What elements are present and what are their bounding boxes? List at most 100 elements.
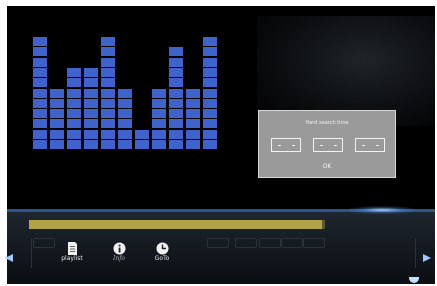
- goto-button[interactable]: GoTo: [145, 240, 179, 262]
- equalizer-segment: [67, 98, 81, 108]
- equalizer-segment: [186, 129, 200, 139]
- equalizer-segment: [67, 119, 81, 129]
- right-arrow-icon[interactable]: [423, 254, 431, 262]
- equalizer-segment: [67, 129, 81, 139]
- equalizer-segment: [169, 140, 183, 149]
- equalizer-segment: [101, 129, 115, 139]
- divider: [415, 238, 416, 268]
- equalizer-segment: [169, 78, 183, 88]
- equalizer-segment: [101, 88, 115, 98]
- time-field-1[interactable]: [271, 138, 301, 152]
- equalizer-segment: [169, 119, 183, 129]
- equalizer-segment: [203, 119, 217, 129]
- equalizer-segment: [33, 67, 47, 77]
- left-arrow-icon[interactable]: [5, 254, 13, 262]
- equalizer-segment: [118, 129, 132, 139]
- equalizer-segment: [33, 129, 47, 139]
- equalizer-segment: [152, 98, 166, 108]
- equalizer-segment: [203, 78, 217, 88]
- equalizer-segment: [203, 140, 217, 149]
- equalizer-segment: [169, 47, 183, 57]
- equalizer-segment: [169, 98, 183, 108]
- time-field-2[interactable]: [313, 138, 343, 152]
- equalizer-segment: [169, 88, 183, 98]
- equalizer-segment: [33, 47, 47, 57]
- equalizer-segment: [84, 98, 98, 108]
- equalizer-segment: [84, 67, 98, 77]
- equalizer-segment: [186, 140, 200, 149]
- equalizer-segment: [152, 119, 166, 129]
- equalizer-segment: [203, 57, 217, 67]
- search-time-dialog: Hard search time OK: [258, 110, 396, 178]
- equalizer-segment: [84, 129, 98, 139]
- equalizer-segment: [135, 129, 149, 139]
- equalizer-segment: [84, 109, 98, 119]
- clock-icon: [156, 240, 169, 255]
- equalizer-segment: [50, 129, 64, 139]
- divider: [31, 238, 32, 268]
- equalizer-segment: [33, 98, 47, 108]
- info-label: Info: [112, 255, 126, 262]
- equalizer-segment: [118, 119, 132, 129]
- time-field-3[interactable]: [355, 138, 385, 152]
- equalizer-segment: [33, 78, 47, 88]
- hidden-control: [303, 238, 325, 248]
- equalizer-segment: [50, 98, 64, 108]
- equalizer-segment: [118, 98, 132, 108]
- document-icon: [66, 240, 79, 255]
- equalizer-segment: [101, 140, 115, 149]
- equalizer-segment: [152, 109, 166, 119]
- equalizer-segment: [50, 119, 64, 129]
- equalizer-segment: [101, 78, 115, 88]
- equalizer-segment: [84, 119, 98, 129]
- equalizer-segment: [186, 109, 200, 119]
- equalizer-segment: [67, 67, 81, 77]
- info-icon: [113, 240, 126, 255]
- equalizer-segment: [152, 129, 166, 139]
- equalizer-segment: [152, 88, 166, 98]
- equalizer-segment: [169, 57, 183, 67]
- hidden-control: [207, 238, 229, 248]
- equalizer-segment: [135, 140, 149, 149]
- playlist-label: playlist: [61, 255, 83, 262]
- equalizer-segment: [203, 67, 217, 77]
- equalizer-segment: [33, 57, 47, 67]
- progress-bar[interactable]: [29, 220, 325, 229]
- equalizer-segment: [101, 47, 115, 57]
- equalizer-segment: [101, 67, 115, 77]
- equalizer-segment: [186, 98, 200, 108]
- video-player-screen: Hard search time OK playlist Info GoTo: [7, 6, 435, 284]
- equalizer-segment: [101, 98, 115, 108]
- equalizer-segment: [67, 78, 81, 88]
- dialog-title: Hard search time: [305, 120, 349, 126]
- equalizer-segment: [101, 57, 115, 67]
- equalizer-segment: [118, 109, 132, 119]
- equalizer-segment: [84, 78, 98, 88]
- equalizer-segment: [67, 88, 81, 98]
- equalizer-segment: [186, 119, 200, 129]
- equalizer-segment: [203, 129, 217, 139]
- equalizer-segment: [33, 140, 47, 149]
- equalizer-segment: [118, 140, 132, 149]
- equalizer-segment: [33, 37, 47, 46]
- equalizer-segment: [101, 109, 115, 119]
- ok-button[interactable]: OK: [259, 163, 395, 170]
- equalizer-segment: [67, 140, 81, 149]
- playlist-button[interactable]: playlist: [55, 240, 89, 262]
- equalizer-segment: [152, 140, 166, 149]
- equalizer-segment: [50, 140, 64, 149]
- info-button[interactable]: Info: [102, 240, 136, 262]
- equalizer-segment: [186, 88, 200, 98]
- equalizer-segment: [33, 109, 47, 119]
- equalizer-segment: [33, 119, 47, 129]
- equalizer-segment: [101, 119, 115, 129]
- equalizer-segment: [84, 140, 98, 149]
- equalizer-segment: [169, 109, 183, 119]
- hidden-control: [259, 238, 281, 248]
- equalizer-segment: [118, 88, 132, 98]
- goto-label: GoTo: [154, 255, 170, 262]
- equalizer-segment: [169, 67, 183, 77]
- control-bar-highlight: [347, 206, 417, 214]
- equalizer-segment: [101, 37, 115, 46]
- equalizer-segment: [67, 109, 81, 119]
